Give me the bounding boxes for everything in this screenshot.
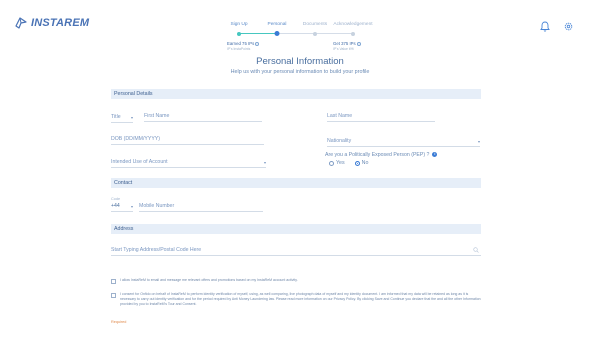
step-documents-label: Documents bbox=[302, 22, 328, 27]
step-personal-dot bbox=[274, 31, 280, 36]
step-personal-label: Personal bbox=[267, 22, 287, 27]
address-search-field[interactable]: Start Typing Address/Postal Code Here bbox=[111, 246, 481, 256]
title-select[interactable]: Title bbox=[111, 113, 133, 123]
section-contact: Contact bbox=[111, 178, 481, 188]
title-select-label: Title bbox=[111, 114, 121, 120]
page-subtitle: Help us with your personal information t… bbox=[230, 69, 370, 75]
gear-icon bbox=[564, 22, 573, 31]
intended-use-placeholder: Intended Use of Account bbox=[111, 159, 168, 165]
dob-placeholder: DOB (DD/MM/YYYY) bbox=[111, 136, 160, 142]
step-connector-done bbox=[239, 33, 277, 34]
brand-logo[interactable]: INSTAREM bbox=[14, 16, 89, 30]
get-points-title: Get 375 IPs bbox=[333, 41, 356, 46]
step-documents-dot bbox=[313, 31, 317, 36]
pep-question: Are you a Politically Exposed Person (PE… bbox=[325, 152, 438, 158]
first-name-field[interactable]: First Name bbox=[144, 112, 262, 122]
first-name-placeholder: First Name bbox=[144, 113, 170, 119]
step-acknowledgement-dot bbox=[351, 31, 355, 36]
info-icon[interactable] bbox=[356, 41, 361, 46]
page-title: Personal Information bbox=[256, 56, 344, 67]
bell-icon bbox=[540, 21, 550, 32]
info-icon[interactable] bbox=[255, 41, 260, 46]
get-points: Get 375 IPs IP's Value ¥/ft bbox=[333, 41, 361, 51]
verification-consent: I consent for Onfido on behalf of InstaR… bbox=[111, 292, 481, 307]
progress-stepper: Sign Up Personal Documents Acknowledgeme… bbox=[229, 22, 373, 36]
required-note: Required bbox=[111, 320, 127, 324]
last-name-placeholder: Last Name bbox=[327, 113, 353, 119]
search-icon bbox=[473, 247, 479, 253]
earned-points-sub: IP's InstaPoints bbox=[227, 47, 251, 51]
pep-radio-group: Yes No bbox=[329, 160, 368, 166]
step-signup-dot bbox=[237, 31, 241, 36]
settings-button[interactable] bbox=[564, 22, 573, 33]
section-address: Address bbox=[111, 224, 481, 234]
verification-consent-text: I consent for Onfido on behalf of InstaR… bbox=[120, 292, 481, 306]
country-code-select[interactable]: +44 bbox=[111, 203, 133, 212]
code-label: Code bbox=[111, 197, 121, 201]
chevron-down-icon bbox=[131, 206, 133, 208]
notifications-button[interactable] bbox=[540, 21, 550, 34]
intended-use-select[interactable]: Intended Use of Account bbox=[111, 158, 266, 168]
chevron-down-icon bbox=[264, 162, 266, 164]
get-points-sub: IP's Value ¥/ft bbox=[333, 47, 354, 51]
chevron-down-icon bbox=[131, 117, 133, 119]
step-signup-label: Sign Up bbox=[230, 22, 248, 27]
marketing-consent-text: I allow InstaReM to email and message me… bbox=[120, 278, 298, 282]
step-acknowledgement-label: Acknowledgement bbox=[333, 22, 373, 27]
address-placeholder: Start Typing Address/Postal Code Here bbox=[111, 247, 202, 253]
chevron-down-icon bbox=[478, 141, 480, 143]
dob-field[interactable]: DOB (DD/MM/YYYY) bbox=[111, 135, 264, 145]
marketing-consent-checkbox[interactable] bbox=[111, 278, 116, 284]
pep-yes-label: Yes bbox=[336, 160, 345, 166]
section-personal-details: Personal Details bbox=[111, 89, 481, 99]
pep-question-text: Are you a Politically Exposed Person (PE… bbox=[325, 152, 430, 158]
pep-no-radio[interactable]: No bbox=[354, 160, 369, 166]
last-name-field[interactable]: Last Name bbox=[327, 112, 435, 122]
earned-points-title: Earned 75 IPs bbox=[227, 41, 255, 46]
verification-consent-checkbox[interactable] bbox=[111, 292, 116, 298]
marketing-consent: I allow InstaReM to email and message me… bbox=[111, 278, 481, 284]
brand-name: INSTAREM bbox=[31, 17, 90, 29]
instarem-logo-icon bbox=[15, 17, 27, 29]
nationality-select[interactable]: Nationality bbox=[327, 137, 480, 147]
radio-circle-selected bbox=[354, 160, 360, 166]
country-code-value: +44 bbox=[111, 203, 120, 209]
earned-points: Earned 75 IPs IP's InstaPoints bbox=[227, 41, 260, 51]
mobile-number-placeholder: Mobile Number bbox=[139, 203, 175, 209]
nationality-placeholder: Nationality bbox=[327, 138, 352, 144]
info-icon[interactable]: i bbox=[432, 152, 438, 158]
radio-circle bbox=[329, 160, 334, 166]
mobile-number-field[interactable]: Mobile Number bbox=[139, 202, 263, 212]
pep-yes-radio[interactable]: Yes bbox=[329, 160, 345, 166]
pep-no-label: No bbox=[361, 160, 369, 166]
